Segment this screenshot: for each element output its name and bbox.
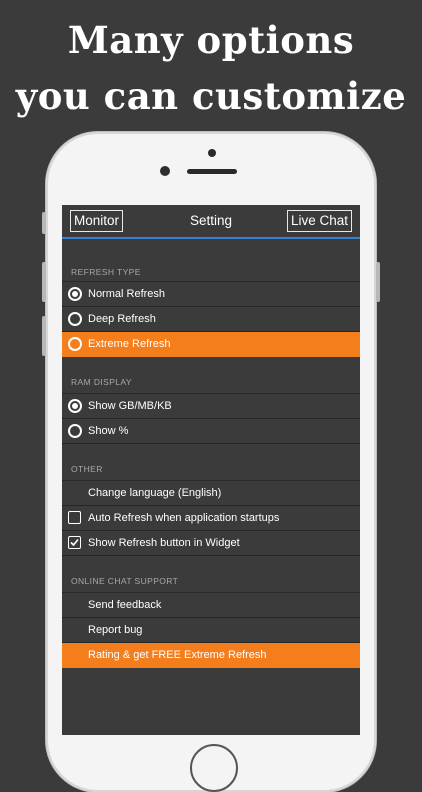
option-label: Change language (English) — [88, 487, 222, 499]
option-label: Extreme Refresh — [88, 338, 171, 350]
radio-checked-icon — [68, 399, 82, 413]
option-show-percent[interactable]: Show % — [62, 419, 360, 444]
radio-checked-icon — [68, 287, 82, 301]
other-list: Change language (English) Auto Refresh w… — [62, 480, 360, 556]
promo-headline-line1: Many options — [67, 18, 355, 62]
option-send-feedback[interactable]: Send feedback — [62, 593, 360, 618]
ram-display-list: Show GB/MB/KB Show % — [62, 393, 360, 444]
option-normal-refresh[interactable]: Normal Refresh — [62, 282, 360, 307]
live-chat-button[interactable]: Live Chat — [286, 210, 352, 232]
section-header-online-chat-support: ONLINE CHAT SUPPORT — [71, 576, 179, 586]
option-report-bug[interactable]: Report bug — [62, 618, 360, 643]
option-label: Show GB/MB/KB — [88, 400, 172, 412]
front-camera — [208, 149, 216, 157]
power-button — [376, 262, 380, 302]
earpiece-speaker — [187, 169, 237, 174]
option-extreme-refresh[interactable]: Extreme Refresh — [62, 332, 360, 357]
option-deep-refresh[interactable]: Deep Refresh — [62, 307, 360, 332]
radio-unchecked-icon — [68, 312, 82, 326]
checkbox-unchecked-icon — [68, 511, 81, 524]
refresh-type-list: Normal Refresh Deep Refresh Extreme Refr… — [62, 281, 360, 357]
option-label: Auto Refresh when application startups — [88, 512, 280, 524]
section-header-refresh-type: REFRESH TYPE — [71, 267, 141, 277]
option-label: Show Refresh button in Widget — [88, 537, 240, 549]
option-rating-free-extreme[interactable]: Rating & get FREE Extreme Refresh — [62, 643, 360, 668]
volume-up-button — [42, 262, 46, 302]
radio-unchecked-icon — [68, 337, 82, 351]
home-button[interactable] — [190, 744, 238, 792]
promo-headline-line2: you can customize — [15, 74, 407, 118]
navigation-bar: Monitor Setting Live Chat — [62, 205, 360, 239]
option-show-gb-mb-kb[interactable]: Show GB/MB/KB — [62, 394, 360, 419]
option-label: Rating & get FREE Extreme Refresh — [88, 649, 267, 661]
volume-down-button — [42, 316, 46, 356]
option-label: Normal Refresh — [88, 288, 166, 300]
option-label: Send feedback — [88, 599, 162, 611]
online-chat-list: Send feedback Report bug Rating & get FR… — [62, 592, 360, 668]
checkbox-checked-icon — [68, 536, 81, 549]
option-label: Deep Refresh — [88, 313, 156, 325]
option-label: Report bug — [88, 624, 143, 636]
radio-unchecked-icon — [68, 424, 82, 438]
option-show-refresh-widget[interactable]: Show Refresh button in Widget — [62, 531, 360, 556]
section-header-ram-display: RAM DISPLAY — [71, 377, 132, 387]
section-header-other: OTHER — [71, 464, 103, 474]
app-screen: Monitor Setting Live Chat REFRESH TYPE N… — [62, 205, 360, 735]
option-auto-refresh-startup[interactable]: Auto Refresh when application startups — [62, 506, 360, 531]
proximity-sensor — [160, 166, 170, 176]
option-label: Show % — [88, 425, 129, 437]
mute-switch — [42, 212, 46, 234]
option-change-language[interactable]: Change language (English) — [62, 481, 360, 506]
